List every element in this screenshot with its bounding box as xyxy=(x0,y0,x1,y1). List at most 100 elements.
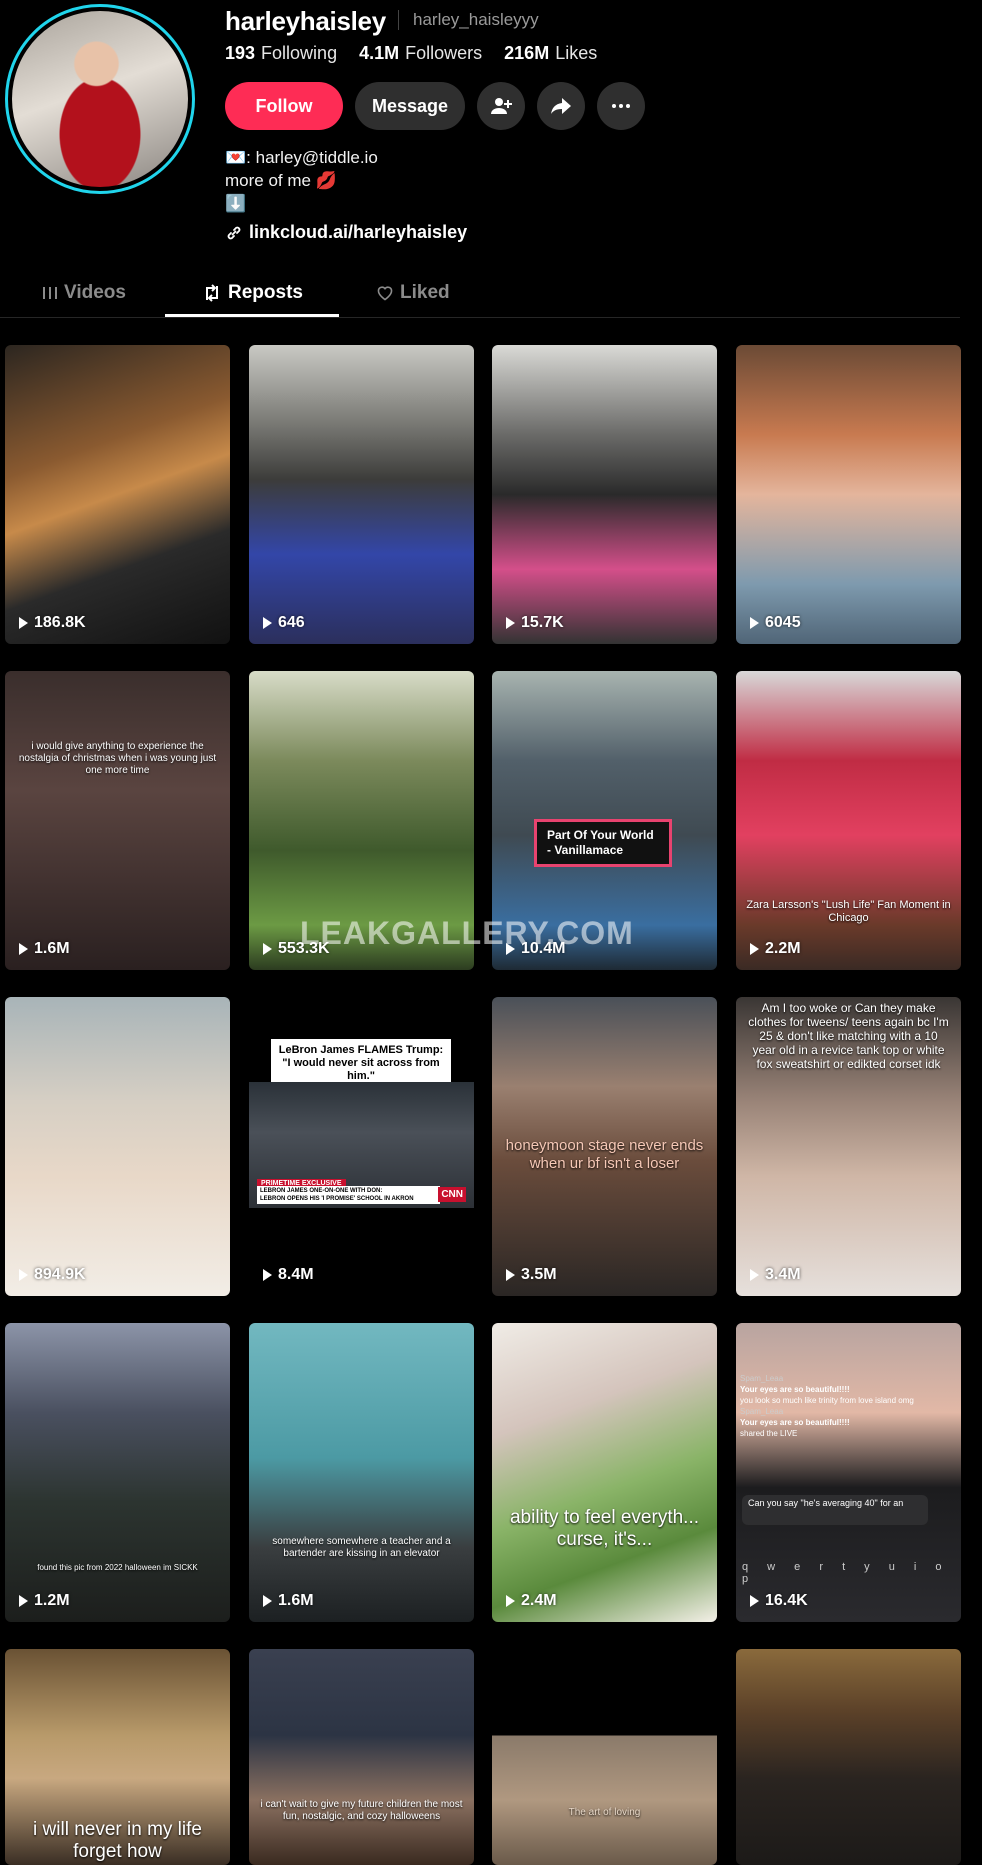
view-count: 1.6M xyxy=(263,1592,314,1610)
news-headline: LeBron James FLAMES Trump: "I would neve… xyxy=(271,1039,451,1088)
live-chat: Spam_Leaa Your eyes are so beautiful!!!!… xyxy=(740,1374,914,1438)
view-count: 646 xyxy=(263,614,305,632)
active-tab-indicator xyxy=(165,314,339,317)
likes-count: 216M xyxy=(504,43,550,63)
view-count: 894.9K xyxy=(19,1266,86,1284)
play-icon xyxy=(19,1269,28,1281)
bio-line-arrow: ⬇️ xyxy=(225,194,247,213)
share-icon xyxy=(551,98,571,114)
video-tile[interactable]: Am I too woke or Can they make clothes f… xyxy=(736,997,961,1296)
play-icon xyxy=(263,1595,272,1607)
video-caption: i would give anything to experience the … xyxy=(18,741,217,776)
add-user-icon xyxy=(491,98,512,114)
video-caption: Zara Larsson's "Lush Life" Fan Moment in… xyxy=(746,899,951,924)
tab-videos[interactable]: Videos xyxy=(42,282,126,304)
video-caption: i will never in my life forget how xyxy=(33,1819,202,1862)
play-icon xyxy=(750,1595,759,1607)
profile-link-text: linkcloud.ai/harleyhaisley xyxy=(249,222,468,242)
video-caption: The art of loving xyxy=(568,1807,641,1818)
play-icon xyxy=(750,1269,759,1281)
likes-stat: 216M Likes xyxy=(504,43,597,64)
play-icon xyxy=(750,617,759,629)
play-icon xyxy=(506,617,515,629)
view-count: 186.8K xyxy=(19,614,86,632)
video-tile[interactable]: 15.7K xyxy=(492,345,717,644)
video-tile[interactable]: Zara Larsson's "Lush Life" Fan Moment in… xyxy=(736,671,961,970)
play-icon xyxy=(19,943,28,955)
heart-icon xyxy=(377,286,393,301)
play-icon xyxy=(263,617,272,629)
video-caption: i can't wait to give my future children … xyxy=(260,1799,463,1822)
video-tile[interactable]: i can't wait to give my future children … xyxy=(249,1649,474,1865)
video-tile[interactable]: ability to feel everyth... curse, it's..… xyxy=(492,1323,717,1622)
tab-liked-label: Liked xyxy=(400,282,450,303)
profile-tabs: Videos Reposts Liked xyxy=(0,270,960,318)
video-caption: found this pic from 2022 halloween im SI… xyxy=(37,1563,198,1572)
video-tile[interactable]: i would give anything to experience the … xyxy=(5,671,230,970)
video-tile[interactable]: 894.9K xyxy=(5,997,230,1296)
cnn-logo: CNN xyxy=(438,1187,466,1202)
message-button[interactable]: Message xyxy=(355,82,465,130)
video-tile[interactable]: i will never in my life forget how xyxy=(5,1649,230,1865)
video-tile[interactable]: Spam_Leaa Your eyes are so beautiful!!!!… xyxy=(736,1323,961,1622)
view-count: 16.4K xyxy=(750,1592,808,1610)
video-caption: ability to feel everyth... curse, it's..… xyxy=(509,1507,700,1550)
repost-icon xyxy=(206,284,218,302)
profile-bio: 💌: harley@tiddle.io more of me 💋 ⬇️ xyxy=(225,146,378,215)
tab-liked[interactable]: Liked xyxy=(376,282,450,304)
profile-link[interactable]: linkcloud.ai/harleyhaisley xyxy=(225,222,467,243)
video-tile[interactable]: somewhere somewhere a teacher and a bart… xyxy=(249,1323,474,1622)
video-tile[interactable]: The art of loving xyxy=(492,1649,717,1865)
play-icon xyxy=(506,1269,515,1281)
profile-username: harleyhaisley xyxy=(225,6,386,36)
tab-reposts[interactable]: Reposts xyxy=(202,282,303,304)
play-icon xyxy=(19,617,28,629)
following-count: 193 xyxy=(225,43,256,63)
keyboard-row: q w e r t y u i o p xyxy=(742,1561,950,1585)
bio-line-more: more of me 💋 xyxy=(225,171,337,190)
video-tile[interactable] xyxy=(736,1649,961,1865)
video-tile[interactable]: LeBron James FLAMES Trump: "I would neve… xyxy=(249,997,474,1296)
video-tile[interactable]: found this pic from 2022 halloween im SI… xyxy=(5,1323,230,1622)
view-count: 6045 xyxy=(750,614,801,632)
video-tile[interactable]: 6045 xyxy=(736,345,961,644)
chat-input: Can you say "he's averaging 40" for an xyxy=(742,1495,928,1525)
videos-grid-icon xyxy=(43,287,57,299)
followers-label: Followers xyxy=(405,43,483,63)
play-icon xyxy=(750,943,759,955)
view-count: 1.6M xyxy=(19,940,70,958)
song-label: Part Of Your World - Vanillamace xyxy=(534,819,672,867)
share-button[interactable] xyxy=(537,82,585,130)
followers-stat[interactable]: 4.1M Followers xyxy=(359,43,482,64)
following-stat[interactable]: 193 Following xyxy=(225,43,337,64)
profile-actions: Follow Message xyxy=(225,82,645,130)
tab-videos-label: Videos xyxy=(64,282,126,303)
profile-page: harleyhaisley harley_haisleyyy 193 Follow… xyxy=(0,0,982,1865)
follow-button[interactable]: Follow xyxy=(225,82,343,130)
view-count: 15.7K xyxy=(506,614,564,632)
play-icon xyxy=(263,943,272,955)
video-caption: somewhere somewhere a teacher and a bart… xyxy=(272,1536,451,1559)
add-friend-button[interactable] xyxy=(477,82,525,130)
news-ticker: LEBRON JAMES ONE-ON-ONE WITH DON: LEBRON … xyxy=(257,1186,440,1204)
view-count: 2.2M xyxy=(750,940,801,958)
bio-line-email: 💌: harley@tiddle.io xyxy=(225,148,378,167)
tab-reposts-label: Reposts xyxy=(228,282,303,303)
video-tile[interactable]: honeymoon stage never ends when ur bf is… xyxy=(492,997,717,1296)
profile-avatar[interactable] xyxy=(5,4,195,194)
link-icon xyxy=(227,226,241,239)
play-icon xyxy=(506,1595,515,1607)
video-tile[interactable]: 186.8K xyxy=(5,345,230,644)
view-count: 3.4M xyxy=(750,1266,801,1284)
view-count: 3.5M xyxy=(506,1266,557,1284)
avatar-image xyxy=(12,11,188,187)
view-count: 1.2M xyxy=(19,1592,70,1610)
view-count: 2.4M xyxy=(506,1592,557,1610)
profile-handle: harley_haisleyyy xyxy=(398,10,539,30)
likes-label: Likes xyxy=(555,43,598,63)
video-tile[interactable]: 646 xyxy=(249,345,474,644)
more-icon xyxy=(612,104,630,108)
watermark: LEAKGALLERY.COM xyxy=(300,915,634,951)
more-options-button[interactable] xyxy=(597,82,645,130)
followers-count: 4.1M xyxy=(359,43,400,63)
